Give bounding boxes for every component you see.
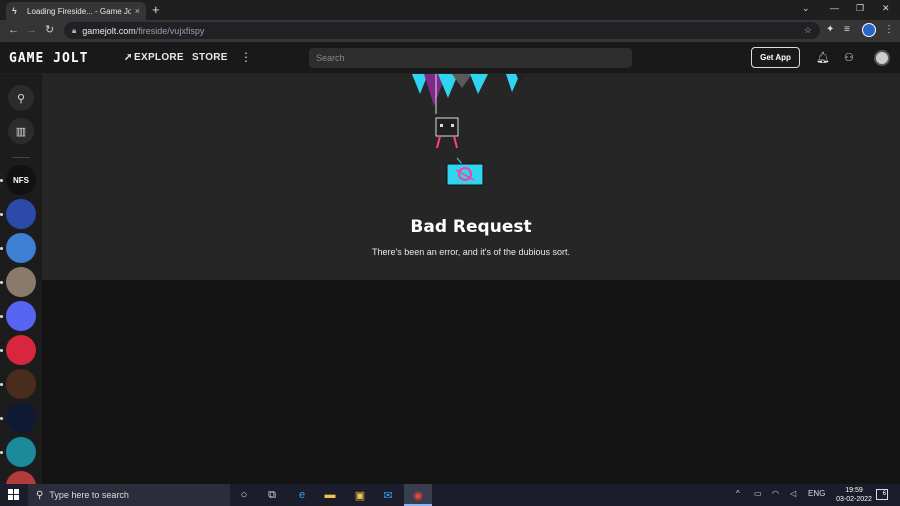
community-unread-dot bbox=[0, 417, 3, 420]
wifi-icon[interactable]: ◠ bbox=[772, 489, 779, 498]
bookmark-star-icon[interactable]: ☆ bbox=[804, 25, 812, 36]
site-header: GAME JOLT ➚ EXPLORE STORE ⋮ Search Get A… bbox=[0, 42, 900, 74]
new-tab-button[interactable]: + bbox=[152, 3, 160, 17]
forward-icon[interactable]: → bbox=[26, 24, 37, 36]
battery-icon[interactable]: ▭ bbox=[754, 489, 762, 498]
clock-time: 19:59 bbox=[845, 487, 863, 494]
browser-profile-avatar[interactable] bbox=[862, 23, 876, 37]
windows-taskbar: ⚲ Type here to search ○ ⧉ e ▬ ▣ ✉ ◉ ^ ▭ … bbox=[0, 484, 900, 506]
browser-tab-strip: ϟ Loading Fireside... - Game Jolt × + ⌄ … bbox=[0, 0, 900, 20]
stalactite-art bbox=[412, 74, 528, 114]
cortana-icon[interactable]: ○ bbox=[236, 487, 252, 503]
community-avatar[interactable] bbox=[6, 369, 36, 399]
community-avatar[interactable] bbox=[6, 267, 36, 297]
community-avatar[interactable] bbox=[6, 199, 36, 229]
library-button[interactable]: ▥ bbox=[8, 118, 34, 144]
community-unread-dot bbox=[0, 383, 3, 386]
browser-tab[interactable]: ϟ Loading Fireside... - Game Jolt × bbox=[6, 2, 146, 20]
taskbar-search-box[interactable]: ⚲ Type here to search bbox=[28, 484, 230, 506]
url-path: /fireside/vujxfispy bbox=[135, 25, 205, 36]
error-message: There's been an error, and it's of the d… bbox=[371, 247, 571, 257]
gamejolt-favicon-icon: ϟ bbox=[12, 6, 17, 16]
notifications-bell-icon[interactable]: 🔔︎ bbox=[816, 51, 830, 64]
store-icon[interactable]: ▣ bbox=[352, 487, 368, 503]
mail-icon[interactable]: ✉ bbox=[380, 487, 396, 503]
reading-list-icon[interactable]: ≡ bbox=[844, 24, 850, 36]
more-menu-icon[interactable]: ⋮ bbox=[240, 50, 252, 64]
community-unread-dot bbox=[0, 179, 3, 182]
get-app-button[interactable]: Get App bbox=[751, 47, 800, 68]
tab-title: Loading Fireside... - Game Jolt bbox=[27, 6, 131, 16]
taskbar-search-placeholder: Type here to search bbox=[49, 490, 129, 500]
community-avatar[interactable] bbox=[6, 301, 36, 331]
chrome-taskbar-button[interactable]: ◉ bbox=[404, 484, 432, 506]
explore-icon: ➚ bbox=[124, 52, 133, 63]
community-unread-dot bbox=[0, 213, 3, 216]
community-avatar[interactable] bbox=[6, 437, 36, 467]
community-avatar[interactable] bbox=[6, 403, 36, 433]
community-avatar[interactable]: NFS bbox=[6, 165, 36, 195]
nav-explore[interactable]: EXPLORE bbox=[134, 52, 184, 63]
error-title: Bad Request bbox=[410, 217, 532, 237]
tab-search-icon[interactable]: ⌄ bbox=[802, 3, 810, 14]
feed-icon: ⚲ bbox=[16, 92, 26, 105]
address-bar[interactable]: 🔒︎ gamejolt.com/fireside/vujxfispy ☆ bbox=[64, 22, 820, 39]
error-sign bbox=[446, 157, 484, 186]
page-body bbox=[42, 280, 900, 484]
user-avatar[interactable] bbox=[874, 50, 890, 66]
nav-store[interactable]: STORE bbox=[192, 52, 228, 63]
community-avatar[interactable] bbox=[6, 335, 36, 365]
community-unread-dot bbox=[0, 349, 3, 352]
browser-toolbar: ← → ↻ 🔒︎ gamejolt.com/fireside/vujxfispy… bbox=[0, 20, 900, 42]
gamejolt-logo[interactable]: GAME JOLT bbox=[9, 51, 88, 66]
reload-icon[interactable]: ↻ bbox=[45, 24, 54, 36]
friends-icon[interactable]: ⚇ bbox=[844, 51, 854, 64]
search-input[interactable]: Search bbox=[309, 48, 632, 68]
browser-menu-icon[interactable]: ⋮ bbox=[884, 24, 894, 36]
edge-icon[interactable]: e bbox=[294, 487, 310, 503]
window-minimize-button[interactable]: — bbox=[830, 3, 839, 13]
url-host: gamejolt.com bbox=[82, 25, 136, 36]
window-restore-button[interactable]: ❐ bbox=[856, 3, 864, 14]
windows-start-icon[interactable] bbox=[8, 489, 20, 501]
language-indicator[interactable]: ENG bbox=[808, 489, 825, 498]
back-icon[interactable]: ← bbox=[8, 24, 19, 36]
file-explorer-icon[interactable]: ▬ bbox=[322, 487, 338, 503]
sidebar-divider bbox=[12, 157, 30, 158]
library-icon: ▥ bbox=[15, 125, 27, 138]
extensions-icon[interactable]: ✦ bbox=[826, 24, 834, 36]
activity-feed-button[interactable]: ⚲ bbox=[8, 85, 34, 111]
robot-character bbox=[435, 117, 459, 149]
community-sidebar: ⚲ ▥ NFS bbox=[0, 74, 42, 501]
volume-icon[interactable]: ◁ bbox=[790, 489, 796, 498]
community-unread-dot bbox=[0, 451, 3, 454]
lock-icon: 🔒︎ bbox=[72, 25, 77, 35]
search-icon: ⚲ bbox=[36, 489, 44, 501]
tray-overflow-icon[interactable]: ^ bbox=[736, 489, 740, 498]
community-unread-dot bbox=[0, 315, 3, 318]
community-unread-dot bbox=[0, 247, 3, 250]
taskbar-clock[interactable]: 19:59 03-02-2022 bbox=[830, 486, 878, 504]
clock-date: 03-02-2022 bbox=[836, 496, 872, 503]
notification-center-icon[interactable]: 6 bbox=[876, 489, 888, 500]
window-close-button[interactable]: ✕ bbox=[882, 3, 890, 14]
community-unread-dot bbox=[0, 281, 3, 284]
task-view-icon[interactable]: ⧉ bbox=[264, 487, 280, 503]
tab-close-icon[interactable]: × bbox=[135, 6, 140, 16]
community-avatar[interactable] bbox=[6, 233, 36, 263]
chrome-icon: ◉ bbox=[413, 489, 423, 502]
